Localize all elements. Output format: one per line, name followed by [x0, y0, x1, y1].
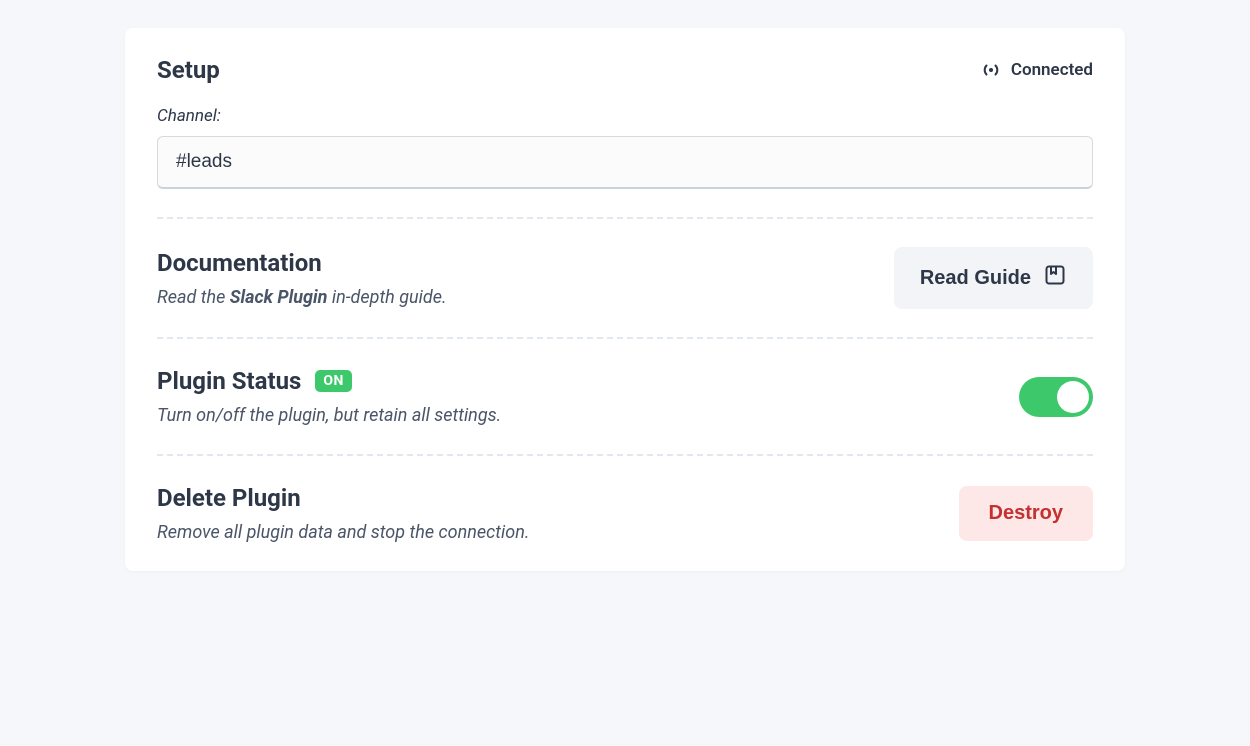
connected-label: Connected	[1011, 60, 1093, 80]
delete-plugin-desc: Remove all plugin data and stop the conn…	[157, 522, 529, 543]
plugin-status-desc: Turn on/off the plugin, but retain all s…	[157, 405, 501, 426]
read-guide-label: Read Guide	[920, 267, 1031, 290]
documentation-title: Documentation	[157, 249, 447, 277]
delete-plugin-left: Delete Plugin Remove all plugin data and…	[157, 484, 529, 543]
delete-plugin-row: Delete Plugin Remove all plugin data and…	[157, 484, 1093, 543]
plugin-status-left: Plugin Status ON Turn on/off the plugin,…	[157, 367, 501, 426]
channel-field-group: Channel:	[157, 106, 1093, 189]
settings-card: Setup Connected Channel: Documentation R…	[125, 28, 1125, 571]
documentation-left: Documentation Read the Slack Plugin in-d…	[157, 249, 447, 308]
plugin-status-row: Plugin Status ON Turn on/off the plugin,…	[157, 367, 1093, 426]
status-badge: ON	[315, 370, 352, 392]
book-icon	[1043, 263, 1067, 293]
divider	[157, 217, 1093, 219]
divider	[157, 454, 1093, 456]
doc-desc-prefix: Read the	[157, 287, 230, 308]
plugin-status-title: Plugin Status	[157, 367, 301, 395]
toggle-knob	[1057, 381, 1089, 413]
connected-status: Connected	[981, 60, 1093, 80]
channel-label: Channel:	[157, 106, 1093, 126]
plugin-status-title-group: Plugin Status ON	[157, 367, 501, 395]
channel-input[interactable]	[157, 136, 1093, 189]
destroy-label: Destroy	[989, 502, 1063, 524]
doc-desc-suffix: in-depth guide.	[327, 287, 446, 308]
documentation-desc: Read the Slack Plugin in-depth guide.	[157, 287, 447, 308]
documentation-row: Documentation Read the Slack Plugin in-d…	[157, 247, 1093, 309]
setup-title: Setup	[157, 56, 220, 84]
signal-icon	[981, 61, 1001, 79]
divider	[157, 337, 1093, 339]
delete-plugin-title: Delete Plugin	[157, 484, 529, 512]
plugin-status-toggle[interactable]	[1019, 377, 1093, 417]
destroy-button[interactable]: Destroy	[959, 486, 1093, 541]
read-guide-button[interactable]: Read Guide	[894, 247, 1093, 309]
doc-desc-bold: Slack Plugin	[230, 287, 328, 308]
setup-header: Setup Connected	[157, 56, 1093, 84]
